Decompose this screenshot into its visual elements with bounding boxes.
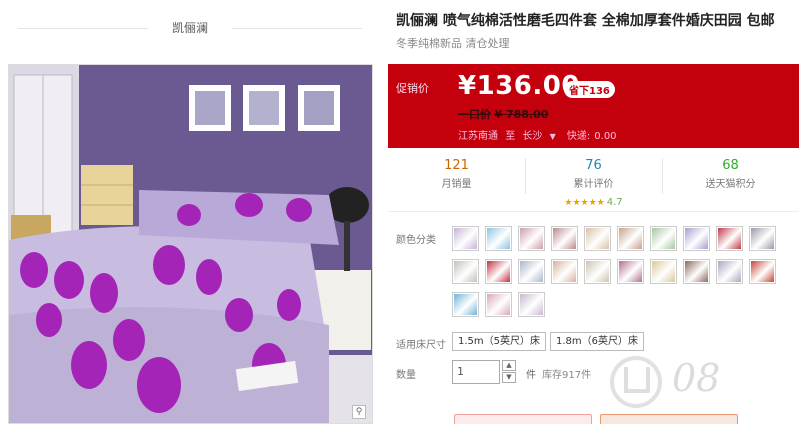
caret-down-icon: ▼ (549, 132, 556, 141)
shipping-fee: 0.00 (594, 131, 617, 142)
chevron-up-icon[interactable]: ▲ (502, 360, 516, 371)
color-swatch[interactable] (518, 292, 545, 317)
ship-from: 江苏南通 (458, 131, 498, 142)
product-image[interactable]: ⚲ (8, 64, 373, 424)
current-price: ¥136.00 (458, 71, 580, 101)
shipping-fee-label: 快递: (566, 131, 591, 142)
color-swatch[interactable] (452, 259, 479, 284)
destination-label: 长沙 (522, 131, 543, 142)
size-option-1-8m[interactable]: 1.8m（6英尺）床 (550, 332, 645, 351)
quantity-unit: 件 (526, 370, 536, 381)
points-label: 送天猫积分 (705, 179, 756, 190)
color-swatch[interactable] (716, 226, 743, 251)
divider (232, 28, 362, 29)
original-price-row: 一口价 ¥ 788.00 (458, 106, 548, 122)
zoom-icon[interactable]: ⚲ (352, 405, 366, 419)
original-price: ¥ 788.00 (494, 108, 549, 121)
chevron-down-icon[interactable]: ▼ (502, 372, 516, 383)
promo-label: 促销价 (396, 82, 429, 95)
monthly-sales: 121 月销量 (388, 158, 525, 190)
reviews-label: 累计评价 (573, 179, 614, 190)
buy-now-button[interactable] (454, 414, 592, 424)
quantity-label: 数量 (396, 370, 416, 381)
color-swatch[interactable] (584, 259, 611, 284)
color-swatch[interactable] (485, 259, 512, 284)
color-swatch[interactable] (650, 226, 677, 251)
color-swatch[interactable] (749, 226, 776, 251)
brand-header: 凯俪澜 (0, 0, 380, 58)
price-panel: 促销价 ¥136.00 省下136 一口价 ¥ 788.00 江苏南通 至 长沙… (388, 64, 799, 148)
color-swatch[interactable] (518, 259, 545, 284)
shipping-row: 江苏南通 至 长沙 ▼ 快递: 0.00 (458, 127, 621, 142)
color-label: 颜色分类 (396, 235, 436, 246)
color-swatch[interactable] (716, 259, 743, 284)
color-swatch[interactable] (584, 226, 611, 251)
destination-select[interactable]: 长沙 ▼ (522, 131, 559, 142)
original-price-label: 一口价 (458, 108, 491, 121)
points-value: 68 (722, 158, 739, 173)
product-title: 凯俪澜 喷气纯棉活性磨毛四件套 全棉加厚套件婚庆田园 包邮 (396, 13, 775, 29)
bedroom-illustration (9, 65, 372, 423)
discount-badge: 省下136 (564, 81, 615, 98)
reviews[interactable]: 76 累计评价 ★★★★★ 4.7 (525, 158, 662, 209)
rating-score: 4.7 (606, 197, 623, 208)
color-swatch[interactable] (650, 259, 677, 284)
watermark-logo: 08 (672, 356, 721, 400)
color-swatch[interactable] (749, 259, 776, 284)
color-swatch[interactable] (485, 292, 512, 317)
color-swatch[interactable] (551, 259, 578, 284)
size-option-1-5m[interactable]: 1.5m（5英尺）床 (452, 332, 547, 351)
color-swatch[interactable] (617, 259, 644, 284)
size-label: 适用床尺寸 (396, 340, 446, 351)
quantity-input[interactable]: 1 (452, 360, 500, 384)
monthly-sales-label: 月销量 (441, 179, 472, 190)
monthly-sales-value: 121 (444, 158, 469, 173)
stock-count: 库存917件 (542, 370, 592, 381)
color-swatch[interactable] (452, 226, 479, 251)
rating-stars: ★★★★★ (564, 198, 605, 208)
color-swatch[interactable] (452, 292, 479, 317)
color-swatch[interactable] (617, 226, 644, 251)
reviews-value: 76 (585, 158, 602, 173)
ship-to-word: 至 (505, 131, 516, 142)
stats-bar: 121 月销量 76 累计评价 ★★★★★ 4.7 68 送天猫积分 (388, 148, 799, 212)
color-swatch[interactable] (683, 259, 710, 284)
color-swatch[interactable] (518, 226, 545, 251)
product-subtitle: 冬季纯棉新品 清仓处理 (396, 37, 510, 50)
points: 68 送天猫积分 (662, 158, 799, 190)
color-swatch[interactable] (485, 226, 512, 251)
color-swatch[interactable] (551, 226, 578, 251)
divider (18, 28, 148, 29)
brand-name[interactable]: 凯俪澜 (148, 19, 232, 36)
site-watermark: 08 (600, 350, 799, 424)
color-swatch[interactable] (683, 226, 710, 251)
house-icon (610, 356, 662, 408)
